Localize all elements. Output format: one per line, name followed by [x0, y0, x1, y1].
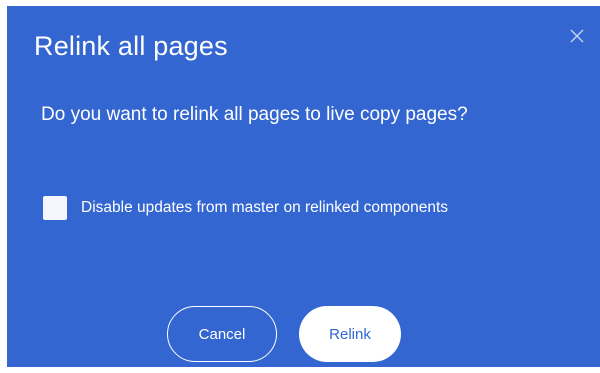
relink-button[interactable]: Relink — [299, 306, 401, 362]
close-button[interactable] — [566, 25, 588, 47]
dialog-title: Relink all pages — [34, 31, 228, 61]
disable-updates-option: Disable updates from master on relinked … — [43, 195, 448, 221]
disable-updates-label[interactable]: Disable updates from master on relinked … — [81, 196, 448, 220]
dialog-message: Do you want to relink all pages to live … — [41, 104, 468, 125]
cancel-button[interactable]: Cancel — [167, 306, 277, 362]
relink-dialog: Relink all pages Do you want to relink a… — [7, 6, 600, 367]
disable-updates-checkbox[interactable] — [43, 196, 67, 220]
close-icon — [570, 29, 584, 43]
